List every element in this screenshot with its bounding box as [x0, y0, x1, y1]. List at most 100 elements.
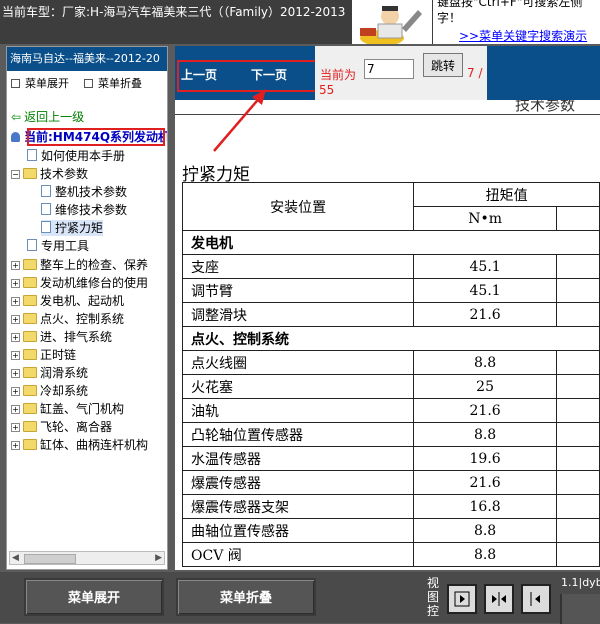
view-expand-right-button[interactable]: [447, 584, 477, 614]
tree-item-generator[interactable]: + 发电机、起动机: [11, 293, 124, 309]
tree-item-label: 整车上的检查、保养: [40, 258, 149, 272]
expand-menu-link[interactable]: 菜单展开: [11, 75, 69, 91]
folder-icon: [23, 295, 37, 306]
position-cell: OCV 阀: [181, 542, 415, 567]
expand-toggle-icon[interactable]: +: [11, 441, 20, 450]
back-label: 返回上一级: [24, 110, 85, 124]
collapse-toggle-icon[interactable]: −: [11, 170, 20, 179]
document-icon: [27, 149, 37, 161]
expand-toggle-icon[interactable]: +: [11, 387, 20, 396]
tree-item-repair-params[interactable]: 维修技术参数: [41, 202, 127, 218]
table-row: 凸轮轴位置传感器 8.8: [181, 422, 600, 447]
scroll-right-icon[interactable]: ▶: [155, 552, 162, 564]
scroll-thumb[interactable]: [24, 554, 76, 564]
horizontal-scrollbar[interactable]: ◀ ▶: [9, 551, 165, 565]
tree-item-label: 发动机维修台的使用: [40, 276, 149, 290]
position-cell: 爆震传感器支架: [181, 494, 415, 519]
torque-cell: 16.8: [413, 494, 557, 519]
tree-item-cylinder-head[interactable]: + 缸盖、气门机构: [11, 401, 124, 417]
search-demo-link[interactable]: >>菜单关键字搜索演示: [459, 27, 587, 44]
position-cell: 火花塞: [181, 374, 415, 399]
prev-page-button[interactable]: 上一页: [181, 66, 217, 83]
tree-item-torque[interactable]: 拧紧力矩: [41, 220, 104, 236]
tree-item-engine-stand[interactable]: + 发动机维修台的使用: [11, 275, 148, 291]
tree-item-ignition[interactable]: + 点火、控制系统: [11, 311, 124, 327]
expand-toggle-icon[interactable]: +: [11, 405, 20, 414]
user-icon: [11, 132, 20, 142]
page-number-input[interactable]: [364, 59, 414, 79]
extra-cell: [555, 278, 600, 303]
scroll-left-icon[interactable]: ◀: [12, 552, 19, 564]
back-link[interactable]: ⇦ 返回上一级: [11, 109, 84, 125]
folder-icon: [23, 277, 37, 288]
mascot-image: [352, 0, 432, 44]
position-cell: 油轨: [181, 398, 415, 423]
table-row: 曲轴位置传感器 8.8: [181, 518, 600, 543]
tree-item-cylinder-block[interactable]: + 缸体、曲柄连杆机构: [11, 437, 148, 453]
tree-item-engine-params[interactable]: 整机技术参数: [41, 184, 127, 200]
position-cell: 点火线圈: [181, 350, 415, 375]
current-highlight-box: [27, 128, 165, 146]
expand-toggle-icon[interactable]: +: [11, 351, 20, 360]
extra-cell: [555, 350, 600, 375]
document-icon: [41, 203, 51, 215]
torque-table: 安装位置 扭矩值 N•m 发电机 支座 45.1 调节臂 45.1 调整滑块 21.6…: [181, 182, 600, 567]
table-row: 爆震传感器支架 16.8: [181, 494, 600, 519]
tree-item-timing[interactable]: + 正时链: [11, 347, 76, 363]
table-row: 油轨 21.6: [181, 398, 600, 423]
expand-toggle-icon[interactable]: +: [11, 297, 20, 306]
tree-item-manual[interactable]: 如何使用本手册: [27, 148, 125, 164]
torque-cell: 21.6: [413, 302, 557, 327]
corner-button[interactable]: [560, 594, 600, 624]
expand-toggle-icon[interactable]: +: [11, 333, 20, 342]
torque-cell: 25: [413, 374, 557, 399]
extra-cell: [555, 398, 600, 423]
folder-icon: [23, 367, 37, 378]
collapse-icon: [84, 79, 93, 88]
tree-item-label: 发电机、起动机: [40, 294, 125, 308]
arrow-right-icon: [454, 591, 470, 607]
expand-toggle-icon[interactable]: +: [11, 315, 20, 324]
vehicle-label: 当前车型：厂家:H-海马汽车福美来三代（（Family）2012-2013: [2, 5, 346, 19]
column-header-unit: N•m: [413, 206, 557, 231]
section-heading: 技术参数: [515, 100, 576, 114]
expand-toggle-icon[interactable]: +: [11, 261, 20, 270]
table-row: OCV 阀 8.8: [181, 542, 600, 567]
expand-toggle-icon[interactable]: +: [11, 369, 20, 378]
jump-button[interactable]: 跳转: [423, 53, 463, 77]
table-row: 点火线圈 8.8: [181, 350, 600, 375]
table-section-row: 点火、控制系统: [182, 326, 600, 351]
tree-item-tech-params[interactable]: − 技术参数: [11, 166, 88, 182]
next-page-button[interactable]: 下一页: [251, 66, 287, 83]
tree-item-lubrication[interactable]: + 润滑系统: [11, 365, 88, 381]
panel-toolbar: 菜单展开 菜单折叠: [7, 71, 167, 93]
table-row: 火花塞 25: [181, 374, 600, 399]
tree-item-label: 拧紧力矩: [55, 221, 104, 235]
current-page-label: 当前为: [320, 68, 357, 82]
extra-cell: [555, 446, 600, 471]
torque-cell: 21.6: [413, 398, 557, 423]
expand-toggle-icon[interactable]: +: [11, 279, 20, 288]
expand-menu-button[interactable]: 菜单展开: [24, 578, 164, 616]
torque-cell: 8.8: [413, 518, 557, 543]
view-split-button[interactable]: [484, 584, 514, 614]
expand-toggle-icon[interactable]: +: [11, 423, 20, 432]
view-expand-left-button[interactable]: [521, 584, 551, 614]
folder-icon: [23, 439, 37, 450]
tree-item-intake[interactable]: + 进、排气系统: [11, 329, 112, 345]
table-row: 水温传感器 19.6: [181, 446, 600, 471]
search-hint: 键盘按"Ctrl+F"可搜索左侧字！ >>菜单关键字搜索演示: [433, 0, 600, 44]
collapse-menu-button[interactable]: 菜单折叠: [176, 578, 316, 616]
collapse-menu-link[interactable]: 菜单折叠: [84, 75, 142, 91]
expand-label: 菜单展开: [25, 77, 69, 90]
folder-icon: [23, 331, 37, 342]
back-arrow-icon: ⇦: [11, 110, 22, 124]
page-nav-bar: 上一页 下一页 当前为 跳转 7 / 55: [175, 46, 600, 100]
top-header: 当前车型：厂家:H-海马汽车福美来三代（（Family）2012-2013 键盘…: [0, 0, 600, 44]
tree-item-tools[interactable]: 专用工具: [27, 238, 89, 254]
tree-item-flywheel[interactable]: + 飞轮、离合器: [11, 419, 112, 435]
tree-item-cooling[interactable]: + 冷却系统: [11, 383, 88, 399]
torque-cell: 8.8: [413, 350, 557, 375]
tree-item-vehicle-check[interactable]: + 整车上的检查、保养: [11, 257, 148, 273]
folder-icon: [23, 421, 37, 432]
